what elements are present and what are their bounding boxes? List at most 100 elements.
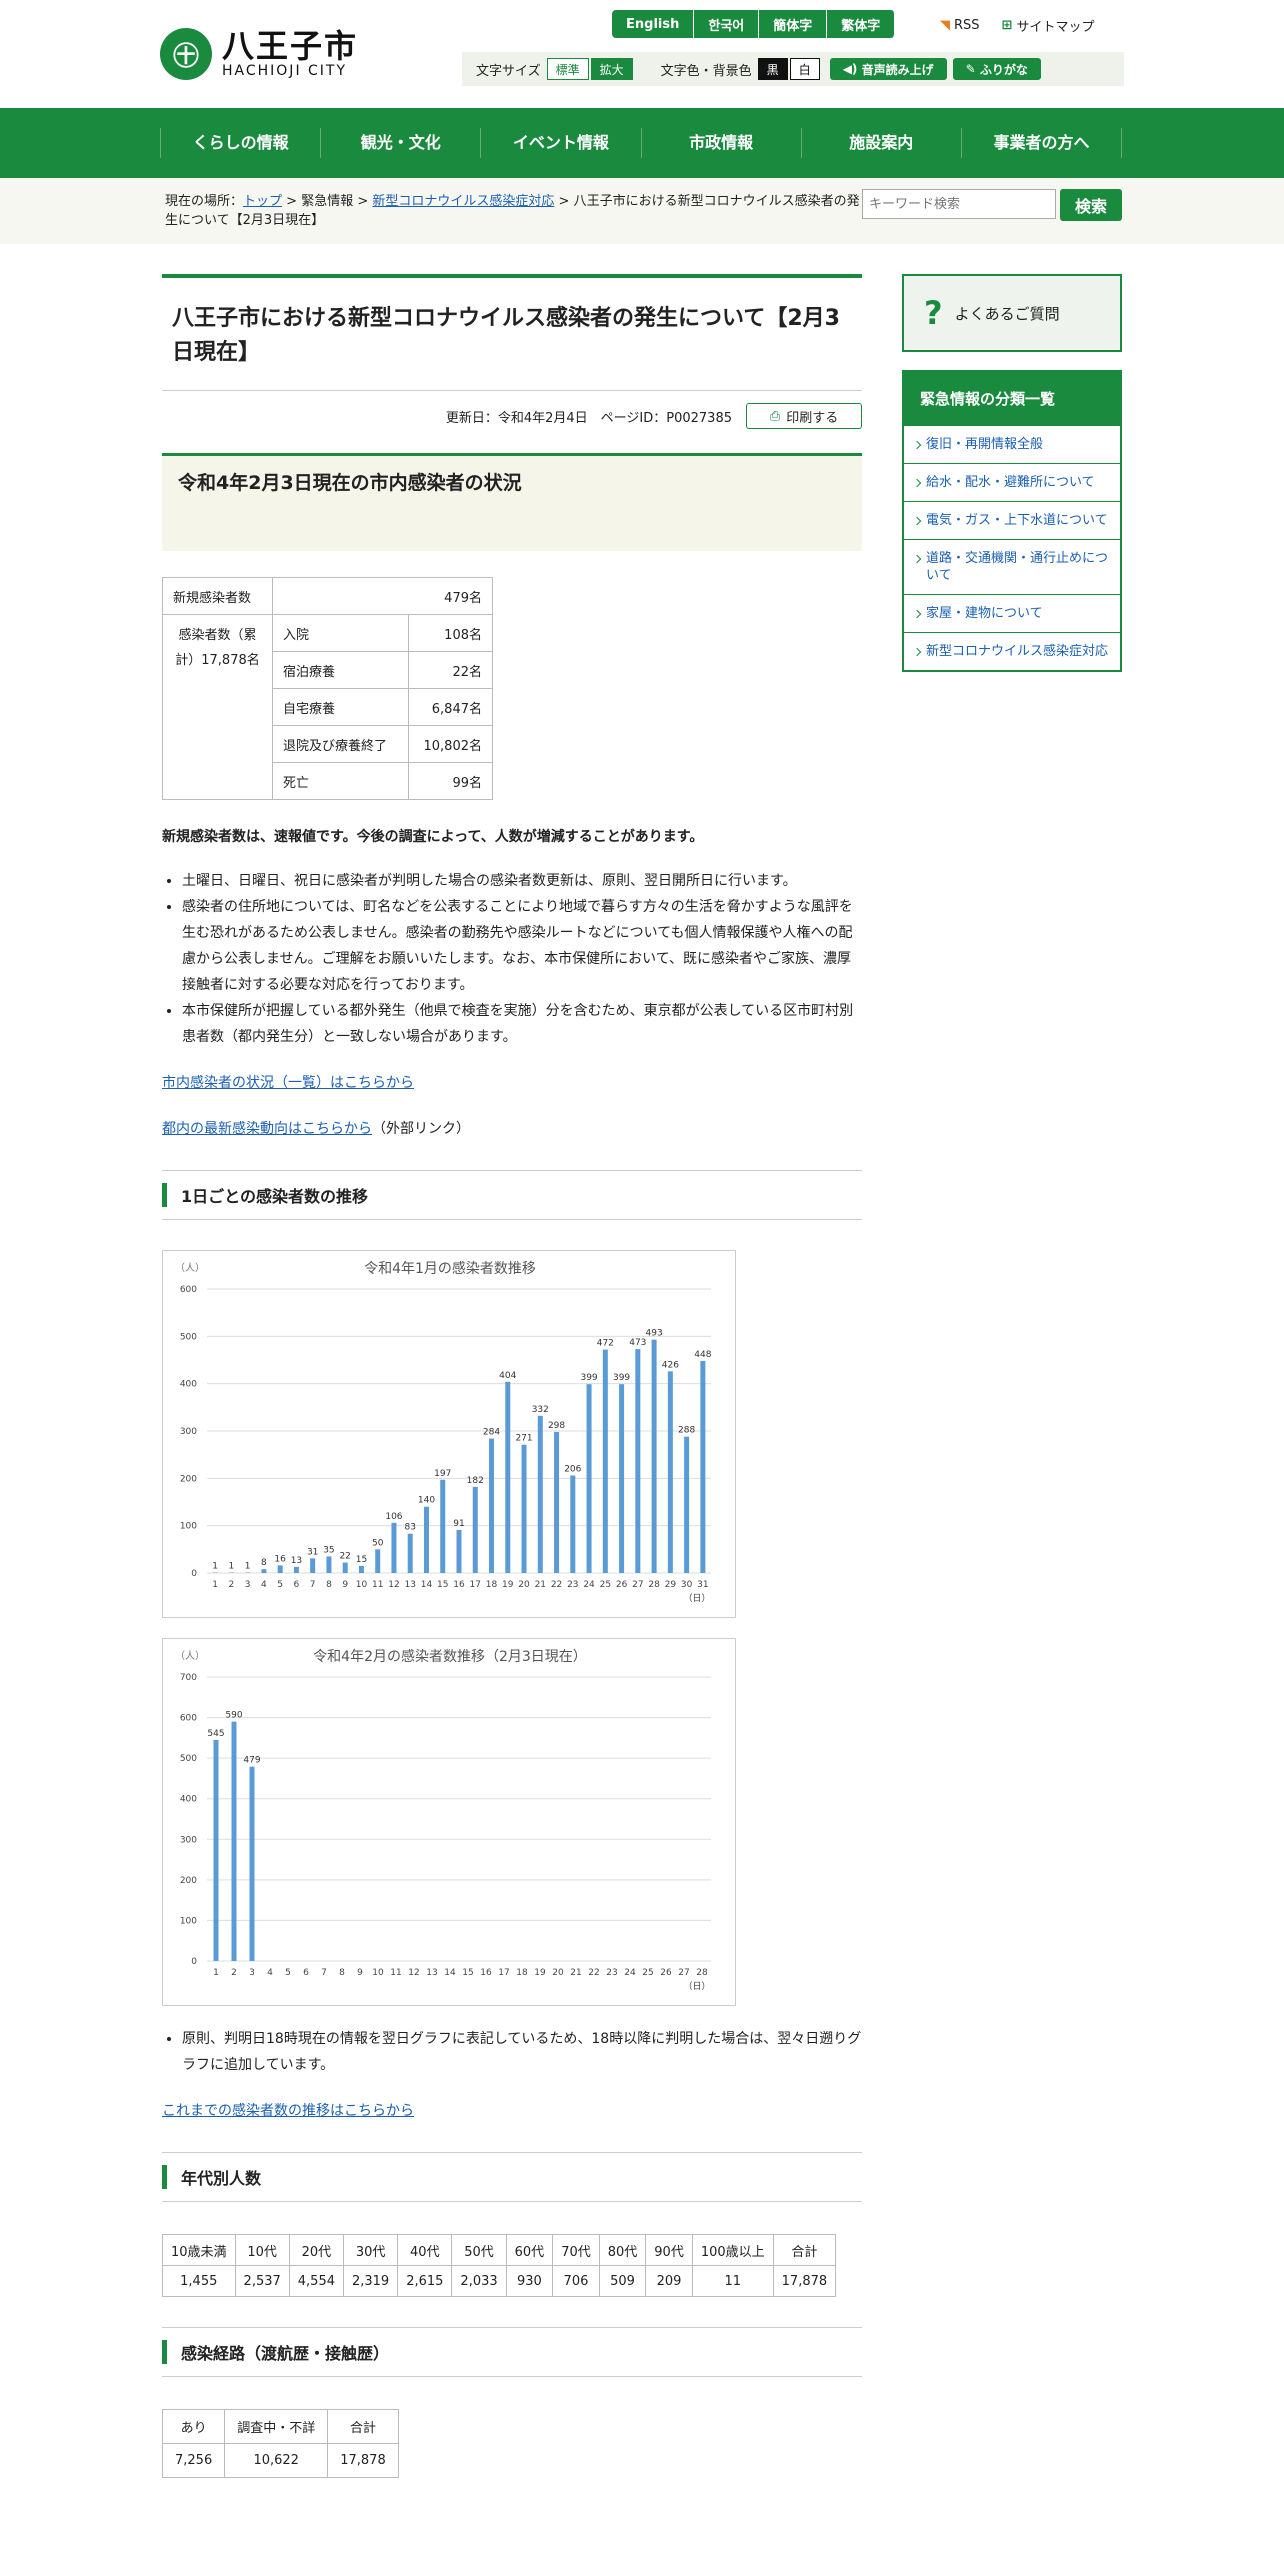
row-label: 死亡 bbox=[272, 762, 409, 800]
category-item-water[interactable]: 給水・配水・避難所について bbox=[904, 463, 1120, 501]
age-value-cell: 17,878 bbox=[772, 2265, 837, 2297]
color-black-button[interactable]: 黒 bbox=[757, 58, 788, 80]
y-tick-label: 0 bbox=[191, 1569, 197, 1579]
site-logo[interactable]: ㊉ 八王子市 HACHIOJI CITY bbox=[160, 28, 358, 80]
case-list-link[interactable]: 市内感染者の状況（一覧）はこちらから bbox=[162, 1075, 414, 1091]
nav-facilities[interactable]: 施設案内 bbox=[800, 128, 961, 158]
lang-traditional-chinese[interactable]: 繁体字 bbox=[827, 10, 896, 38]
x-tick-label: 29 bbox=[665, 1580, 677, 1590]
y-tick-label: 400 bbox=[180, 1380, 197, 1390]
x-tick-label: 11 bbox=[372, 1580, 383, 1590]
x-tick-label: 30 bbox=[681, 1580, 693, 1590]
x-tick-label: 27 bbox=[678, 1968, 689, 1978]
x-tick-label: 24 bbox=[583, 1580, 595, 1590]
x-tick-label: 23 bbox=[567, 1580, 578, 1590]
breadcrumb-corona[interactable]: 新型コロナウイルス感染症対応 bbox=[372, 194, 554, 209]
breadcrumb-top[interactable]: トップ bbox=[243, 194, 282, 209]
age-header-cell: 30代 bbox=[342, 2234, 399, 2266]
x-tick-label: 10 bbox=[372, 1968, 384, 1978]
y-tick-label: 200 bbox=[180, 1474, 197, 1484]
data-label: 493 bbox=[646, 1329, 663, 1339]
x-tick-label: 26 bbox=[660, 1968, 672, 1978]
site-name-en: HACHIOJI CITY bbox=[222, 63, 348, 79]
lang-simplified-chinese[interactable]: 簡体字 bbox=[759, 10, 828, 38]
font-large-button[interactable]: 拡大 bbox=[590, 58, 633, 80]
search-button[interactable]: 検索 bbox=[1060, 189, 1122, 221]
x-tick-label: 21 bbox=[535, 1580, 546, 1590]
nav-business[interactable]: 事業者の方へ bbox=[960, 128, 1123, 158]
category-item-buildings[interactable]: 家屋・建物について bbox=[904, 594, 1120, 632]
lang-english[interactable]: English bbox=[612, 10, 695, 38]
age-value-cell: 509 bbox=[598, 2265, 647, 2297]
rss-link[interactable]: ◥ RSS bbox=[940, 16, 980, 35]
age-header-cell: 80代 bbox=[598, 2234, 647, 2266]
category-item-corona[interactable]: 新型コロナウイルス感染症対応 bbox=[904, 632, 1120, 670]
route-value-cell: 10,622 bbox=[224, 2443, 329, 2478]
furigana-button[interactable]: ✎ ふりがな bbox=[952, 58, 1041, 80]
data-label: 91 bbox=[453, 1519, 464, 1529]
breadcrumb: 現在の場所：トップ > 緊急情報 > 新型コロナウイルス感染症対応 > 八王子市… bbox=[165, 194, 860, 228]
data-label: 399 bbox=[613, 1373, 630, 1383]
y-axis-unit: （人） bbox=[175, 1650, 205, 1662]
x-tick-label: 17 bbox=[498, 1968, 509, 1978]
data-label: 1 bbox=[212, 1562, 218, 1572]
x-tick-label: 12 bbox=[408, 1968, 419, 1978]
bar bbox=[472, 1486, 478, 1573]
global-nav: くらしの情報 観光・文化 イベント情報 市政情報 施設案内 事業者の方へ bbox=[0, 108, 1284, 178]
data-label: 50 bbox=[372, 1538, 384, 1548]
history-link[interactable]: これまでの感染者数の推移はこちらから bbox=[162, 2103, 414, 2119]
list-item: 原則、判明日18時現在の情報を翌日グラフに表記しているため、18時以降に判明した… bbox=[182, 2026, 862, 2078]
chart-february-svg: 令和4年2月の感染者数推移（2月3日現在） （人） 0 100 200 300 400 500… bbox=[175, 1648, 711, 1992]
category-item-roads[interactable]: 道路・交通機関・通行止めについて bbox=[904, 539, 1120, 594]
x-tick-label: 2 bbox=[229, 1580, 235, 1590]
data-label: 472 bbox=[597, 1339, 614, 1349]
route-table: あり 調査中・不詳 合計 7,256 10,622 17,878 bbox=[161, 2409, 399, 2478]
data-label: 404 bbox=[499, 1371, 516, 1381]
rss-icon: ◥ bbox=[940, 18, 950, 33]
sitemap-link[interactable]: ⊞ サイトマップ bbox=[1002, 16, 1095, 35]
font-standard-button[interactable]: 標準 bbox=[546, 58, 589, 80]
nav-city-admin[interactable]: 市政情報 bbox=[640, 128, 801, 158]
color-white-button[interactable]: 白 bbox=[789, 58, 820, 80]
nav-tourism[interactable]: 観光・文化 bbox=[320, 128, 480, 158]
nav-events[interactable]: イベント情報 bbox=[480, 128, 640, 158]
print-button[interactable]: ⎙ 印刷する bbox=[746, 403, 862, 429]
category-item-recovery[interactable]: 復旧・再開情報全般 bbox=[904, 425, 1120, 463]
external-link-note: （外部リンク） bbox=[372, 1121, 470, 1137]
bar bbox=[342, 1562, 348, 1573]
bar bbox=[537, 1415, 543, 1573]
site-name-ja: 八王子市 bbox=[222, 27, 359, 65]
nav-living[interactable]: くらしの情報 bbox=[160, 128, 320, 158]
y-tick-label: 300 bbox=[180, 1835, 197, 1845]
x-tick-label: 1 bbox=[213, 1968, 219, 1978]
lang-korean[interactable]: 한국어 bbox=[694, 10, 760, 38]
row-value: 22名 bbox=[408, 651, 493, 689]
data-label: 1 bbox=[229, 1562, 235, 1572]
bar bbox=[261, 1569, 267, 1573]
bar bbox=[667, 1371, 673, 1573]
data-label: 140 bbox=[418, 1496, 435, 1506]
x-tick-label: 6 bbox=[303, 1968, 309, 1978]
table-row: 感染者数（累計）17,878名 入院 108名 bbox=[162, 614, 493, 800]
age-value-cell: 2,615 bbox=[397, 2265, 453, 2297]
x-tick-label: 15 bbox=[462, 1968, 473, 1978]
voice-read-button[interactable]: ◀) 音声読み上げ bbox=[829, 58, 947, 80]
row-label: 宿泊療養 bbox=[272, 651, 409, 689]
pencil-icon: ✎ bbox=[965, 62, 980, 76]
heading-marker bbox=[162, 2340, 167, 2364]
data-label: 298 bbox=[548, 1421, 565, 1431]
age-header-cell: 10代 bbox=[234, 2234, 290, 2266]
table-row: あり 調査中・不詳 合計 bbox=[161, 2409, 399, 2444]
data-label: 473 bbox=[629, 1338, 646, 1348]
update-info: 更新日：令和4年2月4日 ページID：P0027385 bbox=[445, 410, 732, 426]
x-tick-label: 20 bbox=[552, 1968, 564, 1978]
category-item-utilities[interactable]: 電気・ガス・上下水道について bbox=[904, 501, 1120, 539]
faq-box[interactable]: ? よくあるご質問 bbox=[902, 274, 1122, 352]
search-input[interactable] bbox=[862, 189, 1056, 219]
data-label: 426 bbox=[662, 1360, 679, 1370]
age-header-cell: 100歳以上 bbox=[691, 2234, 774, 2266]
route-header-cell: 調査中・不詳 bbox=[224, 2409, 329, 2444]
page-meta: 更新日：令和4年2月4日 ページID：P0027385 ⎙ 印刷する bbox=[162, 403, 862, 429]
tokyo-trend-link[interactable]: 都内の最新感染動向はこちらから bbox=[162, 1121, 372, 1137]
y-tick-label: 400 bbox=[180, 1795, 197, 1805]
